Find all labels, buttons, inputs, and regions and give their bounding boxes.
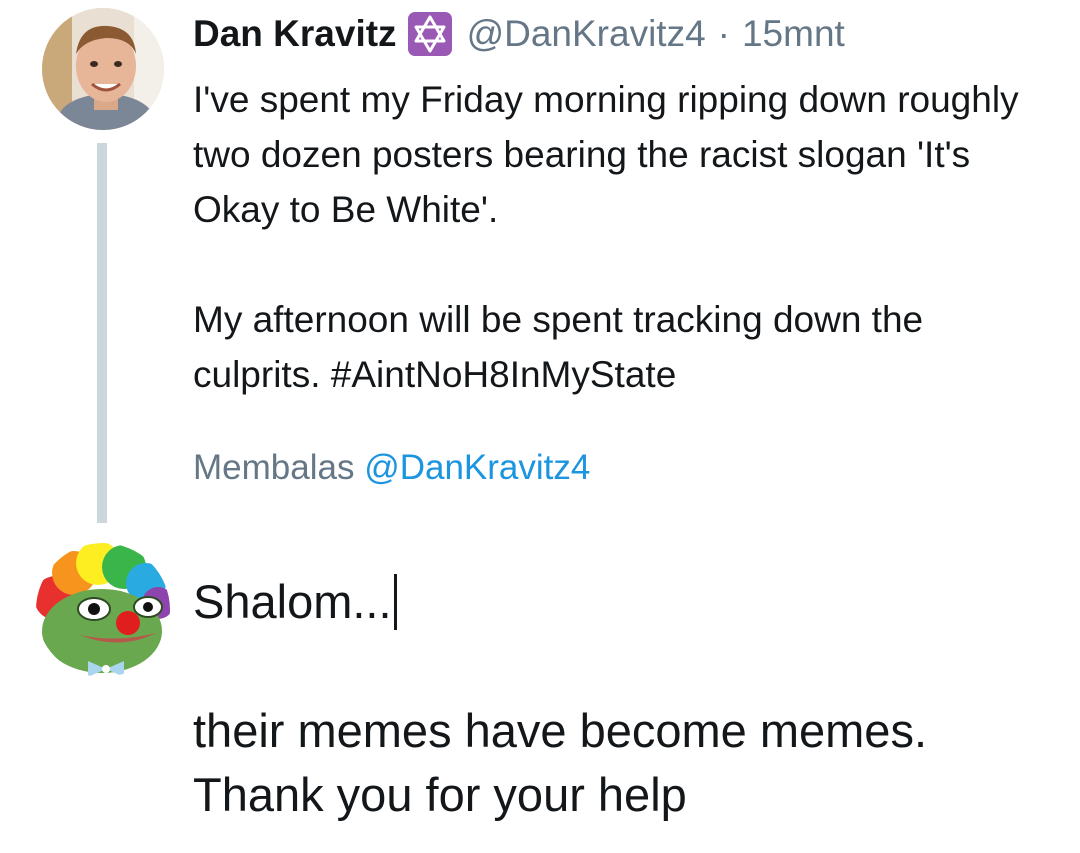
hashtag-link[interactable]: #AintNoH8InMyState bbox=[331, 354, 677, 395]
replying-to-handle[interactable]: @DanKravitz4 bbox=[364, 448, 590, 487]
tweet-timestamp[interactable]: 15mnt bbox=[742, 8, 845, 60]
header-separator: · bbox=[717, 13, 730, 54]
star-of-david-icon bbox=[407, 11, 453, 57]
tweet-header: Dan Kravitz @DanKravitz4 · 15mnt bbox=[193, 8, 845, 60]
replying-to-context: Membalas @DanKravitz4 bbox=[193, 442, 590, 494]
author-handle[interactable]: @DanKravitz4 bbox=[467, 8, 706, 60]
clown-pepe-avatar-image bbox=[36, 543, 170, 677]
tweet-body: I've spent my Friday morning ripping dow… bbox=[193, 72, 1053, 402]
compose-text-line-2: their memes have become memes. Thank you… bbox=[193, 704, 928, 821]
tweet-paragraph-2: My afternoon will be spent tracking down… bbox=[193, 292, 1053, 402]
text-cursor bbox=[393, 574, 397, 630]
reply-compose-field[interactable]: Shalom... their memes have become memes.… bbox=[193, 565, 1053, 827]
replying-to-label: Membalas bbox=[193, 448, 355, 487]
author-avatar[interactable] bbox=[42, 8, 164, 130]
compose-line-1: Shalom... bbox=[193, 565, 1053, 639]
thread-connector-line bbox=[97, 143, 107, 523]
reply-user-avatar[interactable] bbox=[36, 543, 170, 677]
author-avatar-image bbox=[42, 8, 164, 130]
author-display-name[interactable]: Dan Kravitz bbox=[193, 8, 397, 60]
original-tweet: Dan Kravitz @DanKravitz4 · 15mnt I've sp… bbox=[0, 0, 1080, 530]
tweet-paragraph-1: I've spent my Friday morning ripping dow… bbox=[193, 79, 1019, 230]
compose-text-line-1: Shalom... bbox=[193, 575, 392, 628]
